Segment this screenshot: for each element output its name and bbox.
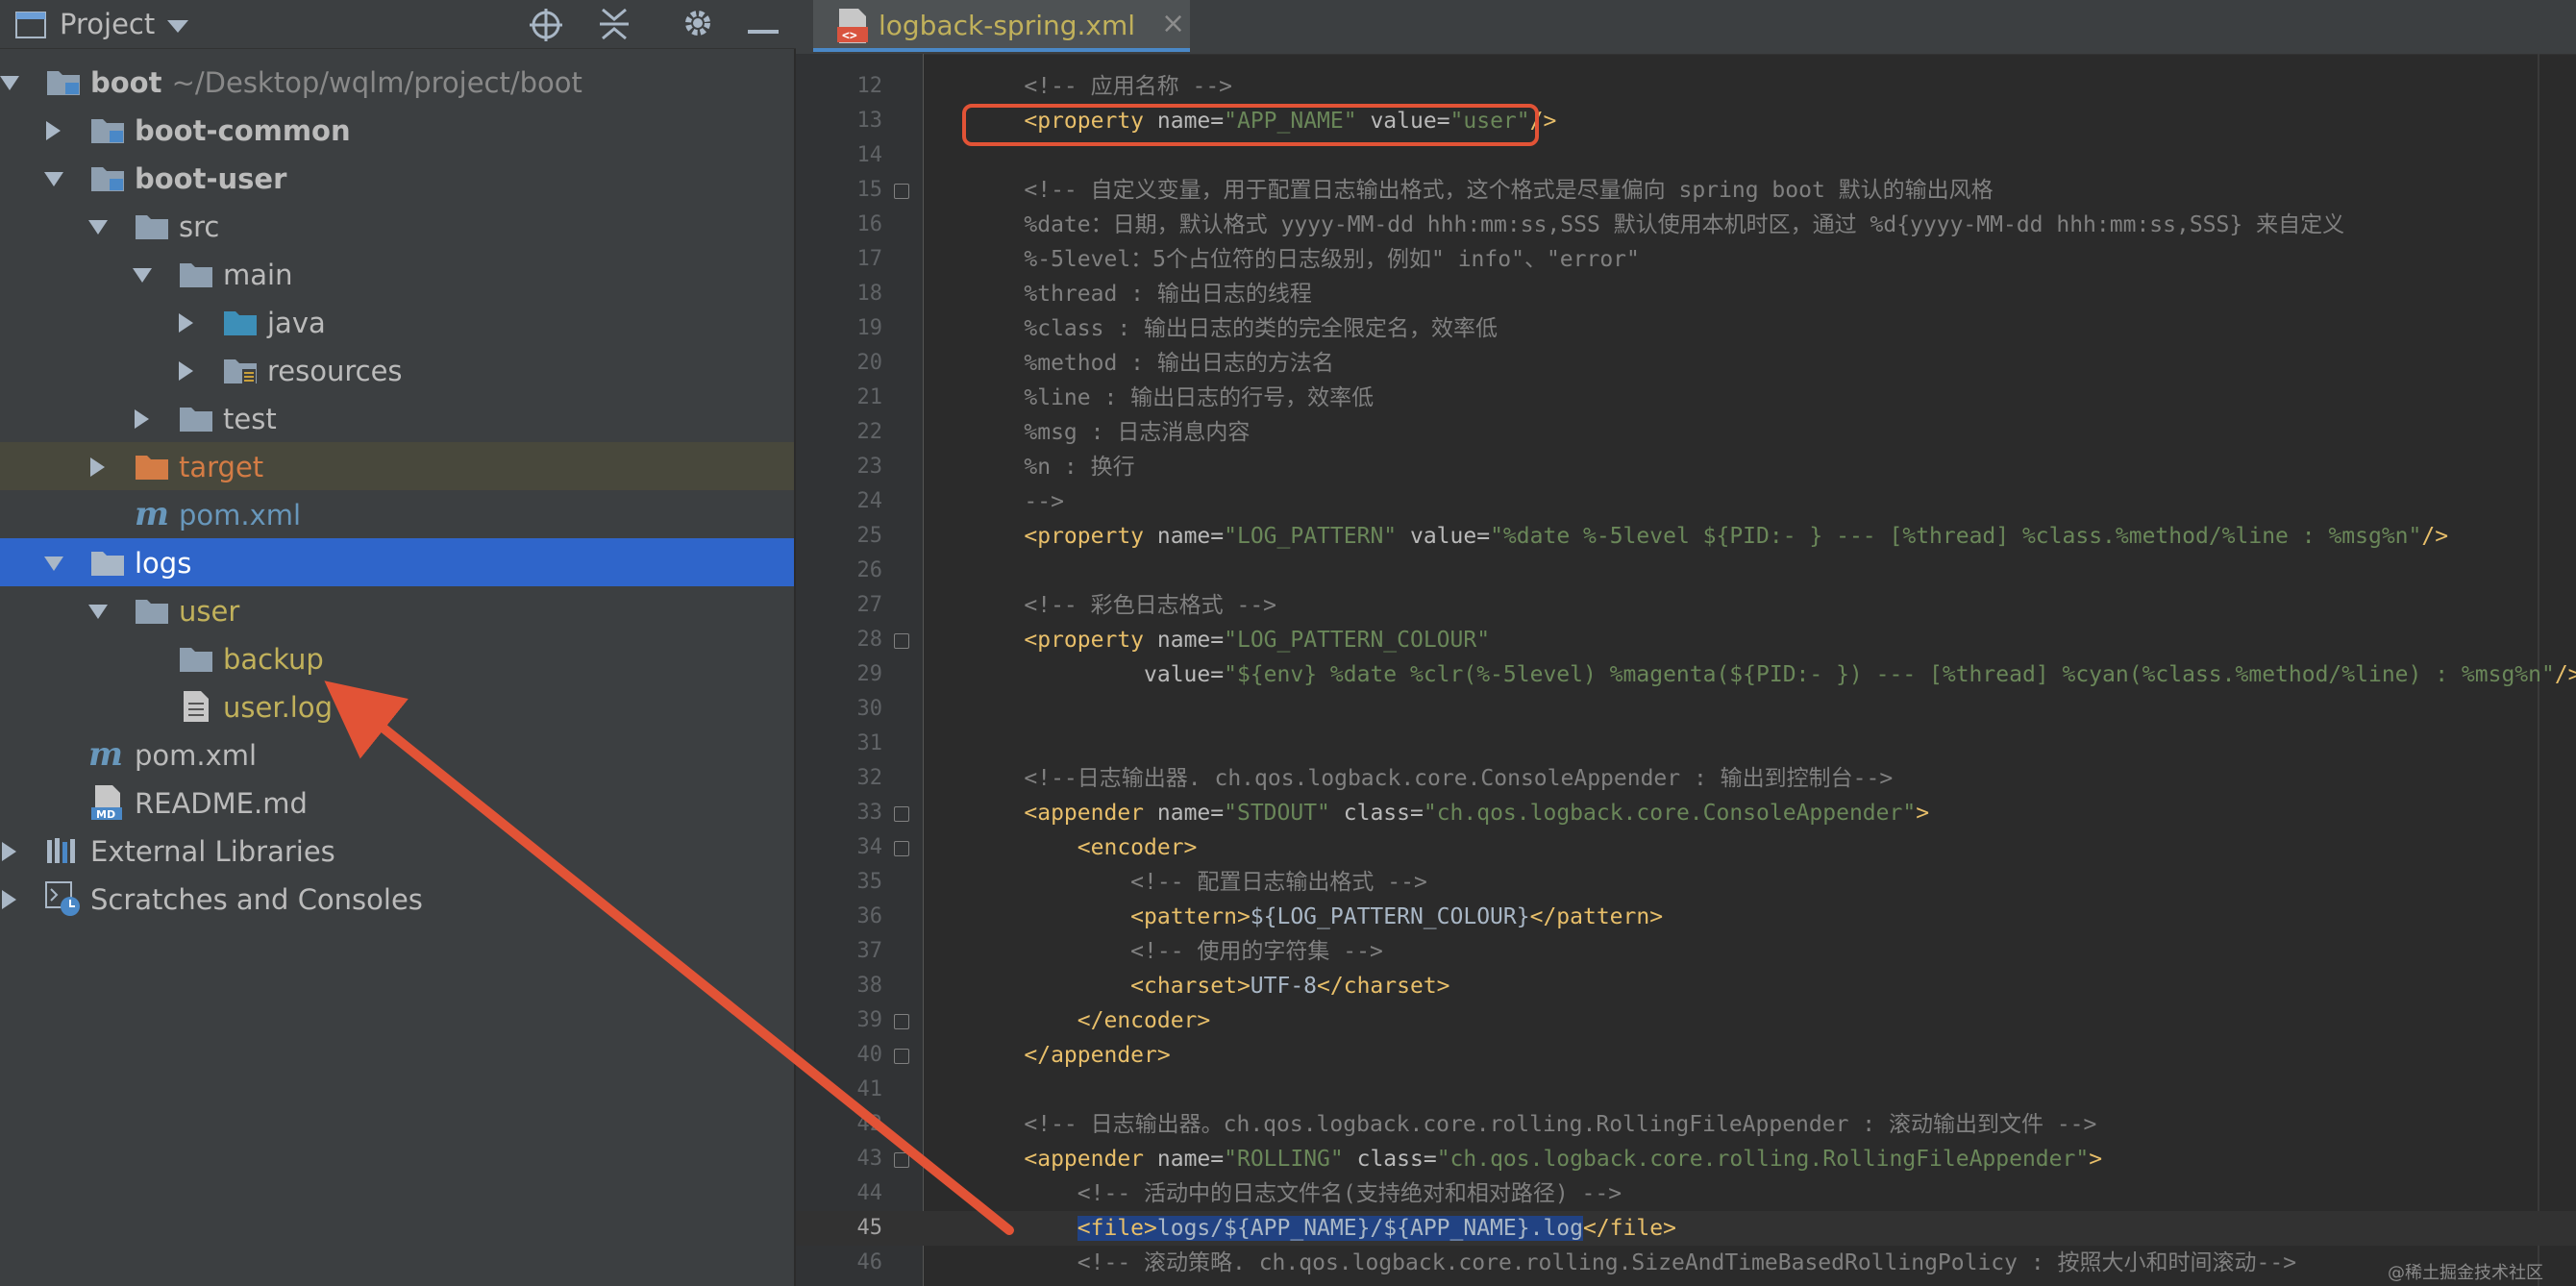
annotation-arrow bbox=[324, 680, 1014, 1235]
watermark: @稀土掘金技术社区 bbox=[2388, 1263, 2543, 1283]
annotation-arrow-overlay bbox=[324, 680, 1014, 1235]
